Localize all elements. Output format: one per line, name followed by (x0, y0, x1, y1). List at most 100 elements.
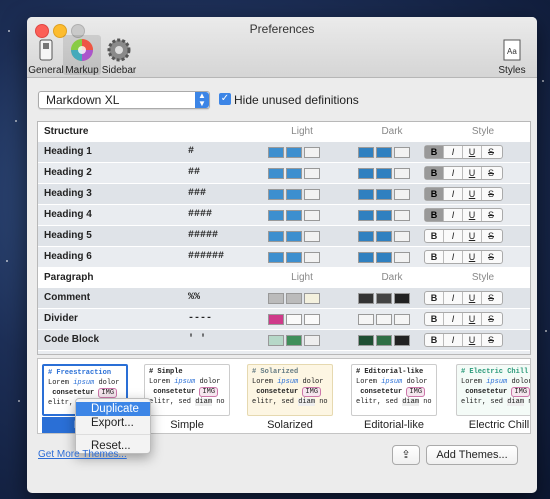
light-color-swatch[interactable] (286, 231, 302, 242)
dark-color-swatch[interactable] (394, 252, 410, 263)
dark-color-swatch[interactable] (376, 293, 392, 304)
dark-color-swatch[interactable] (376, 314, 392, 325)
light-color-swatch[interactable] (268, 231, 284, 242)
dark-color-swatch[interactable] (376, 335, 392, 346)
dark-color-swatch[interactable] (376, 147, 392, 158)
get-more-themes-link[interactable]: Get More Themes... (38, 449, 127, 460)
light-color-swatch[interactable] (304, 168, 320, 179)
style-toggle-b[interactable]: B (425, 230, 444, 242)
toolbar-markup[interactable]: Markup (63, 35, 101, 76)
light-color-swatch[interactable] (286, 168, 302, 179)
light-color-swatch[interactable] (304, 293, 320, 304)
share-button[interactable]: ⇪ (392, 445, 420, 465)
style-toggle-b[interactable]: B (425, 334, 444, 346)
style-toggle-b[interactable]: B (425, 292, 444, 304)
style-toggle-u[interactable]: U (463, 334, 482, 346)
style-toggle-u[interactable]: U (463, 251, 482, 263)
light-color-swatch[interactable] (268, 189, 284, 200)
style-toggle-u[interactable]: U (463, 209, 482, 221)
light-color-swatch[interactable] (286, 293, 302, 304)
table-row[interactable]: Code Block ' ' B I U S (38, 330, 530, 351)
light-color-swatch[interactable] (268, 293, 284, 304)
toolbar-sidebar[interactable]: Sidebar (100, 37, 138, 76)
light-color-swatch[interactable] (286, 210, 302, 221)
dark-color-swatch[interactable] (394, 168, 410, 179)
dark-color-swatch[interactable] (394, 335, 410, 346)
theme-thumbnail[interactable]: # Electric Chill Lorem ipsum dolor conse… (456, 364, 530, 416)
light-color-swatch[interactable] (304, 335, 320, 346)
dark-color-swatch[interactable] (376, 210, 392, 221)
style-toggle-i[interactable]: I (444, 209, 463, 221)
style-toggle-u[interactable]: U (463, 188, 482, 200)
dark-color-swatch[interactable] (358, 231, 374, 242)
light-color-swatch[interactable] (268, 147, 284, 158)
light-color-swatch[interactable] (304, 314, 320, 325)
style-toggle-u[interactable]: U (463, 292, 482, 304)
style-toggle-i[interactable]: I (444, 167, 463, 179)
table-row[interactable]: Heading 6 ###### B I U S (38, 247, 530, 268)
dark-color-swatch[interactable] (394, 314, 410, 325)
dark-color-swatch[interactable] (358, 189, 374, 200)
style-toggle-u[interactable]: U (463, 313, 482, 325)
style-toggle-b[interactable]: B (425, 167, 444, 179)
light-color-swatch[interactable] (268, 335, 284, 346)
dark-color-swatch[interactable] (358, 314, 374, 325)
light-color-swatch[interactable] (286, 314, 302, 325)
dark-color-swatch[interactable] (358, 252, 374, 263)
style-toggle-u[interactable]: U (463, 230, 482, 242)
style-toggle-i[interactable]: I (444, 334, 463, 346)
style-toggle-u[interactable]: U (463, 167, 482, 179)
style-toggle-b[interactable]: B (425, 146, 444, 158)
light-color-swatch[interactable] (268, 314, 284, 325)
style-toggle-i[interactable]: I (444, 251, 463, 263)
dark-color-swatch[interactable] (394, 231, 410, 242)
style-toggle-b[interactable]: B (425, 251, 444, 263)
toolbar-styles[interactable]: Aa Styles (493, 37, 531, 76)
style-toggle-b[interactable]: B (425, 313, 444, 325)
light-color-swatch[interactable] (286, 189, 302, 200)
dark-color-swatch[interactable] (394, 293, 410, 304)
syntax-dropdown[interactable]: Markdown XL ▲ ▼ (38, 91, 210, 109)
style-toggle-s[interactable]: S (482, 251, 500, 263)
style-toggle-s[interactable]: S (482, 188, 500, 200)
light-color-swatch[interactable] (268, 252, 284, 263)
style-toggle-i[interactable]: I (444, 313, 463, 325)
style-toggle-s[interactable]: S (482, 230, 500, 242)
dark-color-swatch[interactable] (358, 168, 374, 179)
style-toggle-s[interactable]: S (482, 292, 500, 304)
style-toggle-i[interactable]: I (444, 292, 463, 304)
dark-color-swatch[interactable] (358, 147, 374, 158)
table-row[interactable]: Heading 5 ##### B I U S (38, 226, 530, 247)
style-toggle-u[interactable]: U (463, 146, 482, 158)
light-color-swatch[interactable] (304, 210, 320, 221)
dark-color-swatch[interactable] (358, 335, 374, 346)
dark-color-swatch[interactable] (376, 168, 392, 179)
table-row[interactable]: Comment %% B I U S (38, 288, 530, 309)
light-color-swatch[interactable] (268, 210, 284, 221)
table-row[interactable]: Heading 1 # B I U S (38, 142, 530, 163)
style-toggle-s[interactable]: S (482, 334, 500, 346)
theme-thumbnail[interactable]: # Simple Lorem ipsum dolor consetetur IM… (144, 364, 230, 416)
menu-item-duplicate[interactable]: Duplicate (76, 402, 150, 416)
light-color-swatch[interactable] (286, 252, 302, 263)
light-color-swatch[interactable] (304, 252, 320, 263)
style-toggle-s[interactable]: S (482, 146, 500, 158)
light-color-swatch[interactable] (286, 335, 302, 346)
hide-unused-checkbox[interactable]: ✓ (219, 93, 231, 105)
theme-thumbnail[interactable]: # Solarized Lorem ipsum dolor consetetur… (247, 364, 333, 416)
dark-color-swatch[interactable] (376, 189, 392, 200)
light-color-swatch[interactable] (286, 147, 302, 158)
table-row[interactable]: Raw Source ~~BIUS (38, 351, 530, 354)
dark-color-swatch[interactable] (376, 252, 392, 263)
dark-color-swatch[interactable] (358, 210, 374, 221)
toolbar-general[interactable]: General (27, 37, 65, 76)
light-color-swatch[interactable] (268, 168, 284, 179)
dark-color-swatch[interactable] (394, 147, 410, 158)
table-row[interactable]: Heading 2 ## B I U S (38, 163, 530, 184)
style-toggle-b[interactable]: B (425, 188, 444, 200)
dark-color-swatch[interactable] (358, 293, 374, 304)
table-row[interactable]: Divider ---- B I U S (38, 309, 530, 330)
style-toggle-b[interactable]: B (425, 209, 444, 221)
light-color-swatch[interactable] (304, 147, 320, 158)
style-toggle-s[interactable]: S (482, 167, 500, 179)
